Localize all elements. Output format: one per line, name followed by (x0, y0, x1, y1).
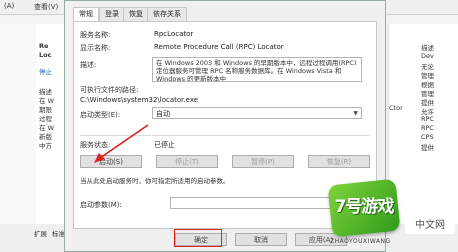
console-detail-pane: Re Loc 停止 描述 在 W 期限 过程 在 W 新版 中方 (36, 24, 67, 224)
exe-path-label: 可执行文件的路径: (80, 86, 139, 94)
list-cell: RPC (421, 115, 434, 123)
detail-text: Re (39, 42, 49, 50)
startup-type-select[interactable]: 自动 ▼ (152, 107, 362, 119)
list-cell: RPC (421, 124, 434, 132)
menu-view[interactable]: 查看(V) (34, 2, 58, 12)
annotation-arrow-icon (94, 124, 149, 163)
exe-path-value: C:\Windows\system32\locator.exe (80, 96, 199, 104)
list-cell: 提供 (421, 144, 434, 152)
watermark-logo-text: 7号游戏 (334, 197, 395, 217)
description-label: 描述: (80, 61, 97, 69)
service-name-label: 服务名称: (80, 31, 111, 39)
detail-text: 中方 (39, 142, 52, 150)
chevron-down-icon: ▼ (353, 110, 358, 117)
watermark-corner-text: 中文网 (405, 218, 455, 234)
site-watermark: 7号游戏 ZHAOYOUXIWANG 中文网 (327, 178, 458, 252)
menu-action[interactable]: (A) (4, 2, 14, 10)
description-textbox[interactable]: 在 Windows 2003 和 Windows 的早期版本中，远程过程调用(R… (152, 57, 362, 82)
watermark-subtitle: ZHAOYOUXIWANG (330, 238, 391, 245)
resume-button[interactable]: 恢复(R) (308, 155, 370, 168)
tab-recovery[interactable]: 恢复 (123, 7, 149, 21)
startup-type-label: 启动类型(E): (80, 111, 121, 119)
column-header-description[interactable]: 描述 (421, 42, 434, 52)
start-params-hint: 当从此处启动服务时，你可指定所适用的启动参数。 (80, 177, 230, 185)
detail-text: Loc (39, 51, 52, 59)
tab-logon[interactable]: 登录 (99, 7, 125, 21)
tab-extended[interactable]: 扩展 (34, 228, 47, 238)
list-cell: Ctor (389, 104, 403, 112)
service-name-value: RpcLocator (154, 30, 194, 38)
display-name-label: 显示名称: (80, 44, 111, 52)
display-name-value: Remote Procedure Call (RPC) Locator (154, 43, 284, 51)
list-cell: Dev (421, 52, 434, 60)
stop-link[interactable]: 停止 (39, 66, 52, 76)
pause-button[interactable]: 暂停(P) (232, 155, 294, 168)
startup-type-value: 自动 (156, 110, 170, 118)
tab-dependencies[interactable]: 依存关系 (147, 7, 187, 21)
cancel-button[interactable]: 取消 (235, 233, 287, 246)
list-cell: CPS (421, 133, 434, 141)
tab-general[interactable]: 常规 (73, 7, 99, 22)
ok-highlight-frame (174, 229, 222, 247)
console-tree (0, 24, 36, 224)
start-params-label: 启动参数(M): (80, 201, 122, 209)
